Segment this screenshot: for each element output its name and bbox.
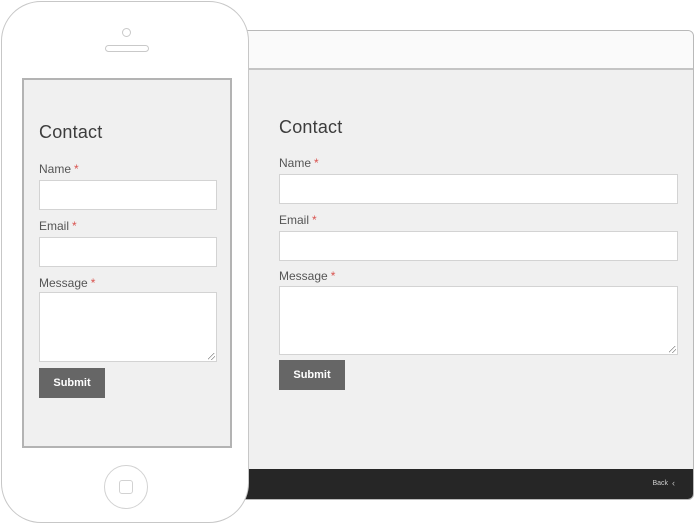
mobile-submit-button[interactable]: Submit: [39, 368, 105, 398]
home-square-icon: [119, 480, 133, 494]
mobile-email-input[interactable]: [39, 237, 217, 267]
desktop-name-label: Name *: [279, 156, 319, 170]
mobile-message-label: Message *: [39, 276, 95, 290]
responsive-preview: Contact Name* Email* Message* Submit: [0, 0, 696, 526]
mobile-email-label-text: Email: [39, 219, 70, 233]
mobile-name-label: Name *: [39, 162, 79, 176]
mobile-form-title: Contact: [39, 122, 103, 142]
resize-grip-icon[interactable]: [208, 353, 215, 360]
desktop-email-input[interactable]: [279, 231, 678, 261]
desktop-name-required-mark: *: [314, 156, 319, 170]
desktop-message-textarea[interactable]: [279, 286, 678, 355]
resize-grip-icon[interactable]: [669, 346, 676, 353]
desktop-page-content: Contact Name * Email * Message * Submit: [233, 70, 693, 469]
chevron-left-icon: ‹: [672, 478, 675, 488]
mobile-name-input[interactable]: [39, 180, 217, 210]
desktop-message-label: Message *: [279, 269, 335, 283]
desktop-footer-bar: Back ‹: [233, 469, 693, 499]
desktop-submit-button[interactable]: Submit: [279, 360, 345, 390]
desktop-browser-mockup: Contact Name* Email* Message* Submit: [232, 30, 694, 500]
mobile-message-textarea[interactable]: [39, 292, 217, 362]
mobile-message-label-text: Message: [39, 276, 88, 290]
phone-mockup: Contact Name * Email * Message * Submit: [1, 1, 249, 523]
desktop-message-required-mark: *: [330, 269, 336, 283]
desktop-back-label: Back: [652, 479, 668, 487]
phone-screen: Contact Name * Email * Message * Submit: [22, 78, 232, 448]
mobile-message-required-mark: *: [90, 276, 96, 290]
desktop-email-label-text: Email: [279, 213, 310, 227]
mobile-name-required-mark: *: [74, 162, 79, 176]
desktop-name-label-text: Name: [279, 156, 312, 170]
desktop-email-required-mark: *: [312, 213, 317, 227]
camera-icon: [122, 28, 131, 37]
desktop-back-link[interactable]: Back ‹: [652, 478, 675, 488]
desktop-name-input[interactable]: [279, 174, 678, 204]
home-button[interactable]: [104, 465, 148, 509]
mobile-email-label: Email *: [39, 219, 77, 233]
speaker-icon: [105, 45, 149, 52]
desktop-message-label-text: Message: [279, 269, 328, 283]
desktop-email-label: Email *: [279, 213, 317, 227]
mobile-email-required-mark: *: [72, 219, 77, 233]
desktop-form-title: Contact: [279, 117, 343, 137]
mobile-name-label-text: Name: [39, 162, 72, 176]
browser-top-bar: [233, 31, 693, 70]
